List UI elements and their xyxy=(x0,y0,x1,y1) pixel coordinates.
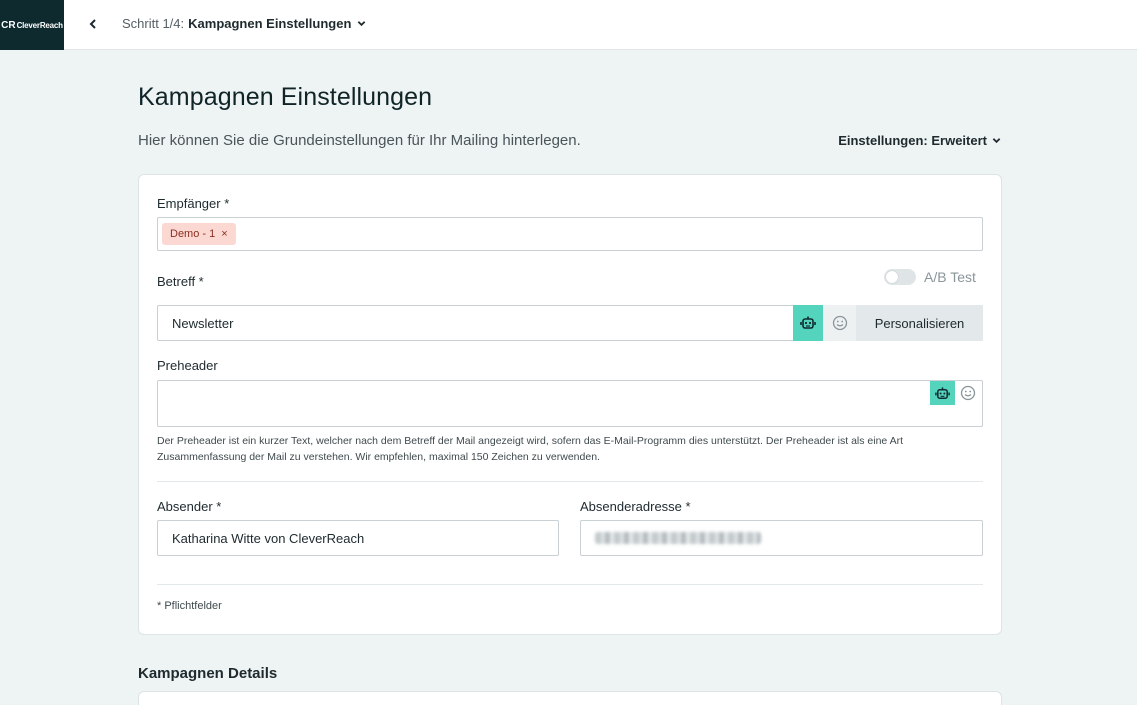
smiley-icon xyxy=(832,315,847,331)
chevron-left-icon xyxy=(89,19,96,29)
step-selector[interactable]: Schritt 1/4: Kampagnen Einstellungen xyxy=(122,16,366,31)
chevron-down-icon xyxy=(358,21,366,27)
ai-assistant-button[interactable] xyxy=(930,381,955,405)
toggle-knob xyxy=(886,271,898,283)
preheader-field[interactable] xyxy=(157,380,983,427)
sender-address-field[interactable] xyxy=(580,520,983,556)
smiley-icon xyxy=(960,385,976,401)
settings-mode-label: Einstellungen: Erweitert xyxy=(838,133,987,148)
recipients-input[interactable]: Demo - 1 × xyxy=(157,217,983,251)
back-button[interactable] xyxy=(84,12,102,36)
remove-tag-icon[interactable]: × xyxy=(221,228,227,240)
page-subtitle: Hier können Sie die Grundeinstellungen f… xyxy=(138,132,581,149)
toggle-track xyxy=(884,269,916,285)
blurred-email-value xyxy=(595,532,761,544)
step-prefix: Schritt 1/4: xyxy=(122,16,185,31)
subject-label: Betreff * xyxy=(157,274,204,289)
required-fields-note: * Pflichtfelder xyxy=(157,600,222,612)
sender-field[interactable]: Katharina Witte von CleverReach xyxy=(157,520,559,556)
personalize-button[interactable]: Personalisieren xyxy=(856,305,983,341)
logo-mark: CR xyxy=(1,19,16,31)
recipients-label: Empfänger * xyxy=(157,196,230,211)
robot-icon xyxy=(935,386,950,399)
chevron-down-icon xyxy=(992,138,1001,144)
emoji-button[interactable] xyxy=(823,305,856,341)
subject-value: Newsletter xyxy=(172,315,234,331)
recipient-tag-label: Demo - 1 xyxy=(170,228,216,240)
top-bar: CR CleverReach Schritt 1/4: Kampagnen Ei… xyxy=(0,0,1137,50)
divider xyxy=(157,584,983,585)
cleverreach-logo[interactable]: CR CleverReach xyxy=(0,0,64,50)
preheader-help-text: Der Preheader ist ein kurzer Text, welch… xyxy=(157,435,904,463)
ab-test-label: A/B Test xyxy=(924,269,976,285)
page-title: Kampagnen Einstellungen xyxy=(138,83,433,111)
ai-assistant-button[interactable] xyxy=(793,305,823,341)
campaign-details-title: Kampagnen Details xyxy=(138,665,278,682)
preheader-label: Preheader xyxy=(157,358,218,373)
subject-field[interactable]: Newsletter Personalisieren xyxy=(157,305,983,341)
recipient-tag: Demo - 1 × xyxy=(162,223,236,245)
divider xyxy=(157,481,983,482)
step-title: Kampagnen Einstellungen xyxy=(188,16,352,31)
sender-label: Absender * xyxy=(157,499,222,514)
ab-test-toggle[interactable]: A/B Test xyxy=(884,269,976,285)
emoji-button[interactable] xyxy=(956,381,980,405)
settings-mode-dropdown[interactable]: Einstellungen: Erweitert xyxy=(838,133,1001,148)
settings-card: Empfänger * Demo - 1 × Betreff * A/B Tes… xyxy=(138,174,1002,635)
sender-address-label: Absenderadresse * xyxy=(580,499,691,514)
robot-icon xyxy=(800,316,816,329)
campaign-details-card xyxy=(138,691,1002,705)
sender-value: Katharina Witte von CleverReach xyxy=(172,530,365,546)
logo-text: CleverReach xyxy=(16,20,63,30)
